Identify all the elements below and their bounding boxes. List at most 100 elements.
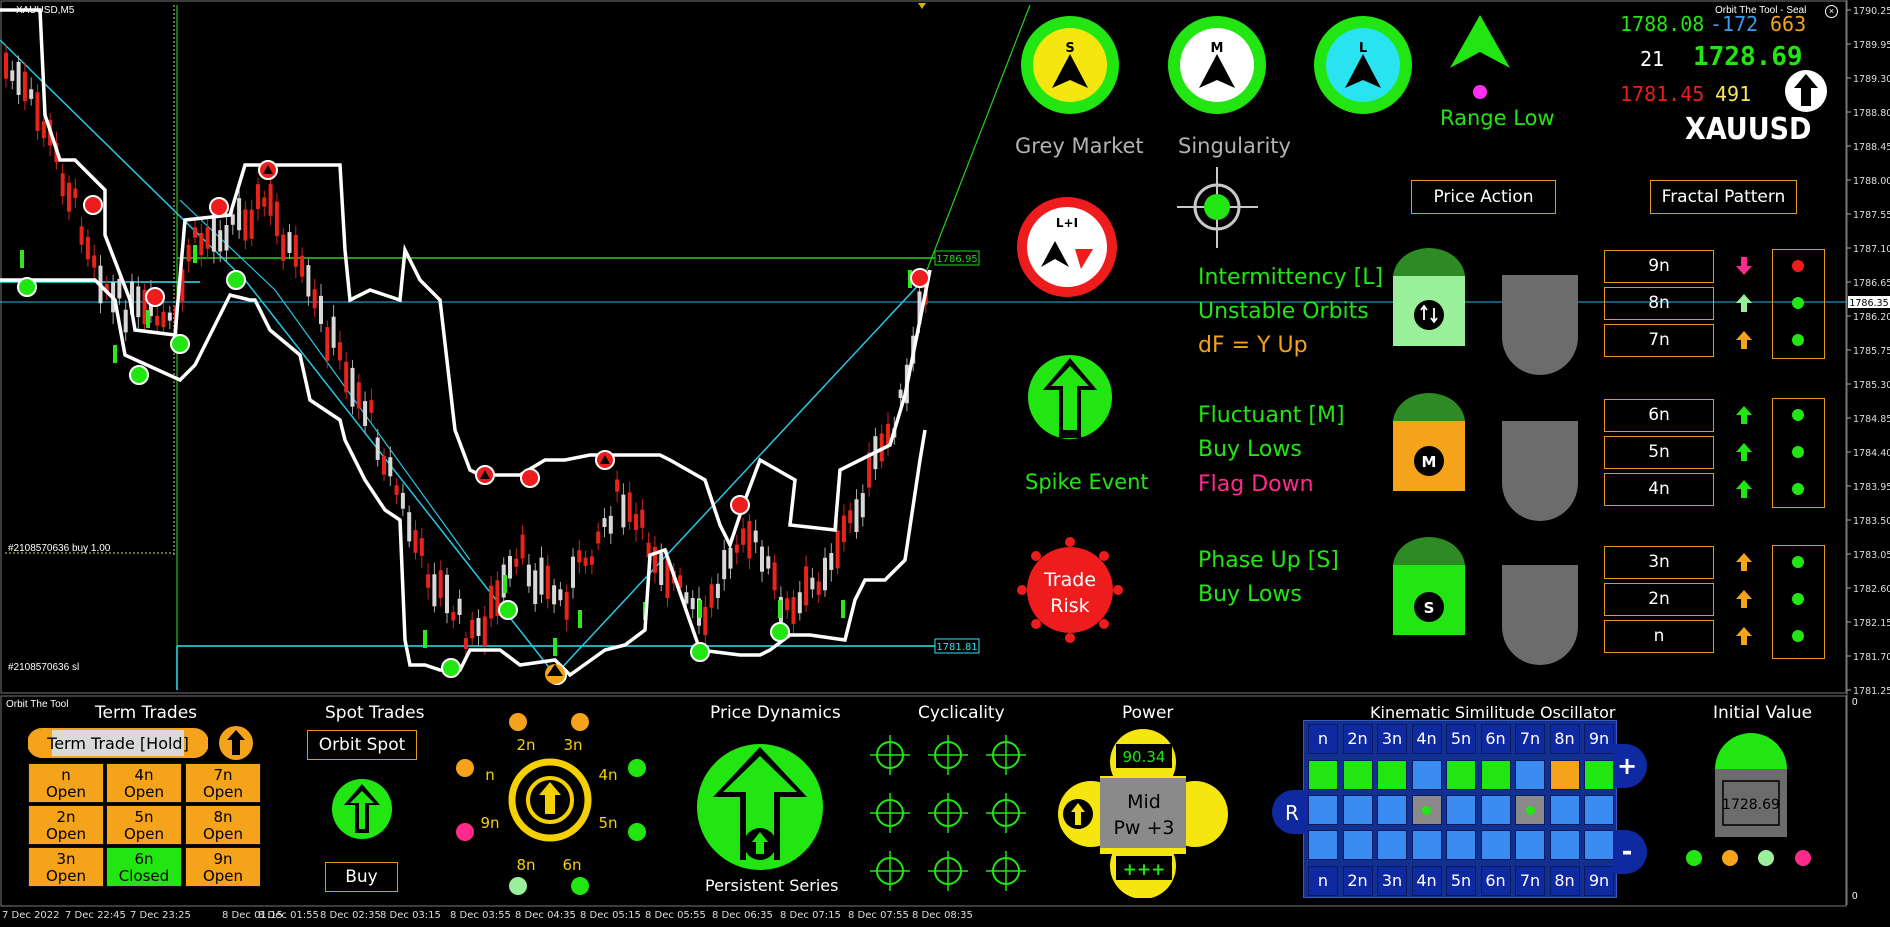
candle xyxy=(407,505,412,548)
candle xyxy=(20,250,24,268)
orbit-ring: 2n 3n 4n 5n 6n 8n 9n n xyxy=(456,713,646,895)
kso-cell xyxy=(1342,830,1373,860)
candle xyxy=(715,573,720,610)
candle xyxy=(526,554,531,593)
fractal-pattern-button[interactable]: Fractal Pattern xyxy=(1650,180,1797,214)
candle xyxy=(344,352,349,400)
candle xyxy=(60,163,65,205)
level-indicators xyxy=(1736,257,1804,645)
dial-li[interactable]: L+I xyxy=(1015,195,1120,300)
kso-r-button[interactable]: R xyxy=(1272,790,1308,834)
candle xyxy=(249,199,254,246)
kso-cell xyxy=(1342,795,1373,825)
status-dot xyxy=(1792,334,1804,346)
kso-cell xyxy=(1308,795,1338,825)
term-trade-cell-7n[interactable]: 7n Open xyxy=(185,763,261,803)
price-action-button[interactable]: Price Action xyxy=(1411,180,1556,214)
orbit-label: 8n xyxy=(516,856,535,874)
dial-s[interactable]: S xyxy=(1015,10,1125,120)
flag-down-label: Flag Down xyxy=(1198,472,1314,497)
level-box-3n: 3n xyxy=(1604,546,1714,579)
candle xyxy=(281,227,286,270)
svg-text:+++: +++ xyxy=(1123,860,1166,880)
candle xyxy=(841,600,845,618)
candle xyxy=(413,520,418,560)
up-arrow-white-icon xyxy=(1785,70,1827,112)
candle xyxy=(73,178,78,208)
buy-button[interactable]: Buy xyxy=(325,862,398,892)
kso-header-n: n xyxy=(1308,866,1338,896)
candle xyxy=(79,217,84,254)
candle xyxy=(243,201,248,250)
candle xyxy=(400,483,405,516)
candle xyxy=(860,484,865,527)
status-dot xyxy=(1792,297,1804,309)
kso-header-n: n xyxy=(1308,724,1338,754)
cycle-crosshair-icon xyxy=(928,793,968,833)
up-arrow-icon xyxy=(1736,294,1752,312)
kso-plus-button[interactable]: + xyxy=(1613,744,1647,788)
orbit-label: n xyxy=(485,766,495,784)
kso-minus-button[interactable]: - xyxy=(1613,830,1647,874)
candle xyxy=(703,595,708,645)
candle xyxy=(553,638,557,656)
svg-text:Trade: Trade xyxy=(1043,569,1096,591)
spot-up-arrow-icon xyxy=(332,779,392,839)
svg-text:Risk: Risk xyxy=(1050,595,1089,617)
term-trade-cell-8n[interactable]: 8n Open xyxy=(185,805,261,845)
df-y-up-label: dF = Y Up xyxy=(1198,333,1308,358)
candle xyxy=(508,549,512,587)
candle xyxy=(224,215,229,262)
price-dynamics-arrow-icon xyxy=(697,744,823,870)
kso-cell xyxy=(1515,760,1545,790)
term-trade-cell-n[interactable]: n Open xyxy=(28,763,104,803)
term-trade-hold-button[interactable]: Term Trade [Hold] xyxy=(28,726,208,760)
term-trade-cell-5n[interactable]: 5n Open xyxy=(106,805,182,845)
dial-l[interactable]: L xyxy=(1308,10,1418,120)
trade-risk-badge[interactable]: Trade Risk xyxy=(1010,530,1130,650)
orbit-dot xyxy=(509,877,527,895)
candle xyxy=(319,284,323,333)
orbit-label: 9n xyxy=(480,814,499,832)
singularity-label: Singularity xyxy=(1178,134,1291,158)
candle xyxy=(627,481,632,531)
close-indicator-icon[interactable]: × xyxy=(1825,5,1838,18)
kso-header-5n: 5n xyxy=(1446,724,1476,754)
cyclicality-title: Cyclicality xyxy=(918,703,1005,723)
term-trade-cell-2n[interactable]: 2n Open xyxy=(28,805,104,845)
term-trade-cell-9n[interactable]: 9n Open xyxy=(185,847,261,887)
sub-window-label: Orbit The Tool xyxy=(6,699,69,710)
grey-market-label: Grey Market xyxy=(1015,134,1144,158)
orbit-spot-button[interactable]: Orbit Spot xyxy=(307,730,417,760)
candle xyxy=(652,536,657,584)
svg-text:-: - xyxy=(1622,837,1633,867)
candle xyxy=(300,247,305,283)
buy-signal-icon xyxy=(170,334,190,354)
dial-m[interactable]: M xyxy=(1162,10,1272,120)
term-trade-up-icon[interactable] xyxy=(217,724,255,762)
level-box-5n: 5n xyxy=(1604,436,1714,469)
term-trade-cell-3n[interactable]: 3n Open xyxy=(28,847,104,887)
status-dot xyxy=(1792,556,1804,568)
candle xyxy=(539,546,544,604)
up-arrow-icon xyxy=(1736,553,1752,571)
term-trade-cell-4n[interactable]: 4n Open xyxy=(106,763,182,803)
initial-value-gauge: 1728.69 xyxy=(1715,733,1787,837)
candle xyxy=(136,276,141,329)
candle xyxy=(268,172,273,226)
spike-event-arrow-icon xyxy=(1028,355,1112,439)
candle xyxy=(503,575,507,593)
kso-dot xyxy=(1525,806,1535,815)
term-trade-cell-6n[interactable]: 6n Closed xyxy=(106,847,182,887)
candle xyxy=(10,60,15,90)
buy-signal-icon xyxy=(129,365,149,385)
candle xyxy=(489,575,494,628)
candle xyxy=(356,373,361,420)
cycle-crosshair-icon xyxy=(928,735,968,775)
stat-count: 21 xyxy=(1640,47,1665,71)
candle xyxy=(760,540,764,583)
stat-low: 1781.45 xyxy=(1620,82,1705,106)
candle xyxy=(104,275,109,300)
candle xyxy=(350,359,355,415)
gauge-m: M xyxy=(1393,393,1465,491)
